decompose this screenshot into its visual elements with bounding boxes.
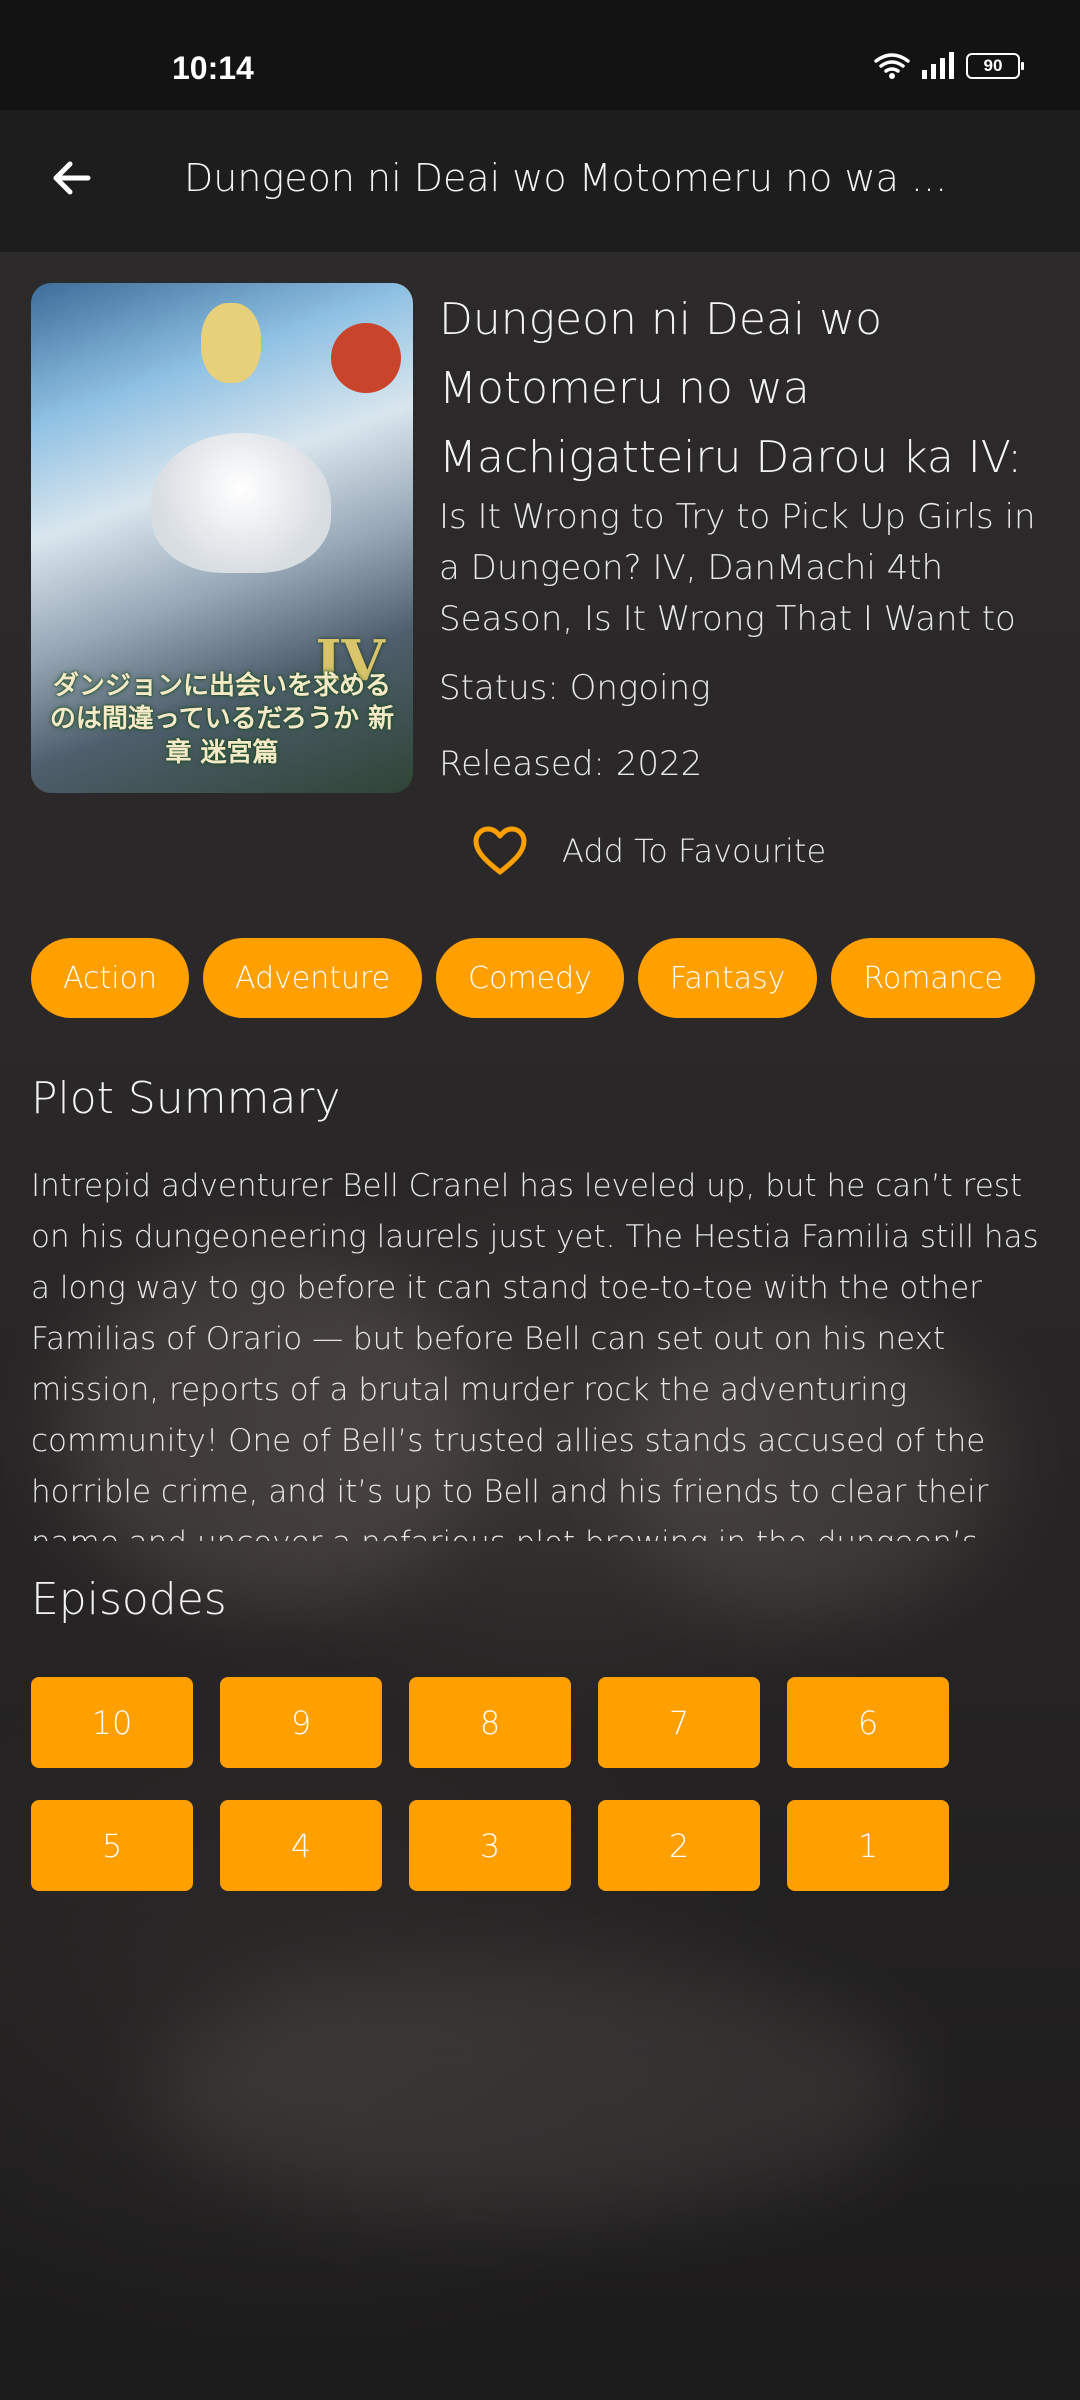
- plot-summary-heading: Plot Summary: [31, 1073, 341, 1124]
- wifi-icon: [874, 53, 910, 79]
- status-bar: 10:14 90: [0, 0, 1080, 110]
- genre-chip-romance[interactable]: Romance: [831, 938, 1035, 1018]
- favourite-label: Add To Favourite: [562, 832, 827, 870]
- signal-icon: [922, 52, 954, 79]
- genre-list: Action Adventure Comedy Fantasy Romance: [31, 938, 1035, 1018]
- episode-grid: 10 9 8 7 6 5 4 3 2 1: [31, 1677, 949, 1891]
- status-time: 10:14: [172, 50, 254, 86]
- episode-button[interactable]: 5: [31, 1800, 193, 1891]
- back-button[interactable]: [36, 142, 108, 214]
- episode-button[interactable]: 1: [787, 1800, 949, 1891]
- episode-button[interactable]: 6: [787, 1677, 949, 1768]
- background-blur: [150, 1960, 910, 2220]
- heart-icon: [473, 826, 527, 875]
- anime-info: Dungeon ni Deai wo Motomeru no wa Machig…: [439, 285, 1059, 645]
- episode-button[interactable]: 2: [598, 1800, 760, 1891]
- poster-figure: [151, 433, 331, 573]
- plot-summary-text[interactable]: Intrepid adventurer Bell Cranel has leve…: [31, 1161, 1051, 1541]
- arrow-left-icon: [53, 161, 91, 195]
- anime-poster: IV ダンジョンに出会いを求めるのは間違っているだろうか 新章 迷宮篇: [31, 283, 413, 793]
- genre-chip-adventure[interactable]: Adventure: [202, 938, 423, 1018]
- anime-title: Dungeon ni Deai wo Motomeru no wa Machig…: [439, 294, 1023, 483]
- genre-chip-fantasy[interactable]: Fantasy: [637, 938, 818, 1018]
- genre-chip-action[interactable]: Action: [31, 938, 189, 1018]
- episodes-heading: Episodes: [31, 1574, 227, 1625]
- anime-status: Status: Ongoing: [439, 668, 711, 708]
- anime-detail-page: 10:14 90 Dungeon ni Deai wo Motomeru no …: [0, 0, 1080, 2400]
- episode-button[interactable]: 7: [598, 1677, 760, 1768]
- add-to-favourite-button[interactable]: Add To Favourite: [472, 826, 826, 876]
- battery-icon: 90: [966, 53, 1024, 79]
- anime-alt-titles: Is It Wrong to Try to Pick Up Girls in a…: [439, 497, 1036, 639]
- episode-button[interactable]: 4: [220, 1800, 382, 1891]
- app-bar: Dungeon ni Deai wo Motomeru no wa ...: [0, 110, 1080, 252]
- poster-figure: [331, 323, 401, 393]
- anime-released: Released: 2022: [439, 744, 703, 784]
- poster-figure: [201, 303, 261, 383]
- episode-button[interactable]: 3: [409, 1800, 571, 1891]
- episode-button[interactable]: 10: [31, 1677, 193, 1768]
- genre-chip-comedy[interactable]: Comedy: [436, 938, 624, 1018]
- episode-button[interactable]: 9: [220, 1677, 382, 1768]
- episode-button[interactable]: 8: [409, 1677, 571, 1768]
- poster-logo-text: ダンジョンに出会いを求めるのは間違っているだろうか 新章 迷宮篇: [49, 670, 395, 769]
- status-icons: 90: [874, 52, 1024, 80]
- app-bar-title: Dungeon ni Deai wo Motomeru no wa ...: [184, 156, 948, 200]
